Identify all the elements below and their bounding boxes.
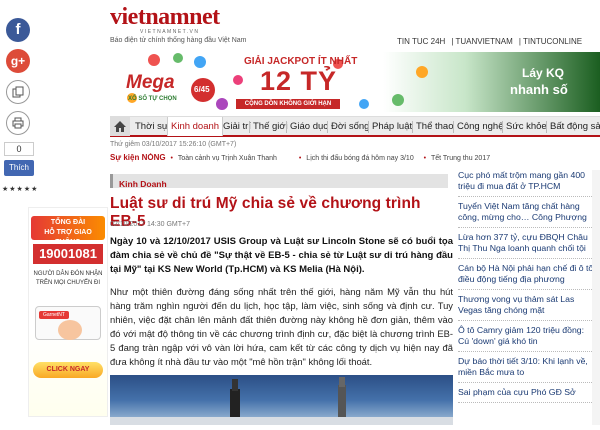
like-label: Thích [8,163,29,172]
top-link-tintuconline[interactable]: TINTUCONLINE [523,37,582,46]
hot-item[interactable]: Toàn cảnh vụ Trịnh Xuân Thanh [178,155,277,162]
banner-right-text1: Láy KQ [522,66,565,80]
copy-icon[interactable] [6,80,30,104]
hot-label: Sự kiện NÓNG [110,153,166,162]
nav-giai-tri[interactable]: Giải trí [223,117,251,136]
home-icon[interactable] [110,117,130,136]
list-scrollbar[interactable] [592,170,600,425]
ad-cta-button[interactable]: CLICK NGAY [33,362,103,378]
banner-right-text2: nhanh số [510,82,568,97]
facebook-icon[interactable]: f [6,18,30,42]
site-logo[interactable]: vietnamnet VIETNAMNET.VN [110,5,255,35]
nav-separator [502,121,503,133]
site-tagline: Báo điện tử chính thống hàng đầu Việt Na… [110,37,247,44]
banner-amount: 12 TỶ [260,66,338,96]
list-item[interactable]: Cục phó mất trộm mang gần 400 triệu đi m… [458,170,596,197]
nav-doi-song[interactable]: Đời sống [331,117,369,136]
nav-separator [327,121,328,133]
list-item[interactable]: Tuyển Việt Nam tăng chất hàng công, mừng… [458,197,596,228]
list-item[interactable]: Lừa hơn 377 tỷ, cựu ĐBQH Châu Thị Thu Ng… [458,228,596,259]
hot-bullet-icon: • [423,155,427,162]
left-ad[interactable]: TỔNG ĐÀI HỖ TRỢ GIAO THÔNG 19001081 NGƯỜ… [28,207,108,417]
like-button[interactable]: Thích [4,160,34,176]
hot-item[interactable]: Tết Trung thu 2017 [431,155,490,162]
nav-separator [286,121,287,133]
lottery-banner[interactable]: Mega 6/45 XỔ SỐ TỰ CHỌN GIẢI JACKPOT ÍT … [118,52,600,112]
ad-hotline: 19001081 [33,244,103,264]
list-item[interactable]: Thương vong vụ thảm sát Las Vegas tăng c… [458,290,596,321]
nav-the-gioi[interactable]: Thế giới [253,117,288,136]
nav-giao-duc[interactable]: Giáo dục [290,117,328,136]
ad-face [58,320,82,340]
nav-thoi-su[interactable]: Thời sự [135,117,168,136]
nav-separator [453,121,454,133]
list-item[interactable]: Ô tô Camry giảm 120 triệu đồng: Cú 'down… [458,321,596,352]
nav-kinh-doanh[interactable]: Kinh doanh [167,117,224,136]
article-lead: Ngày 10 và 12/10/2017 USIS Group và Luật… [110,236,453,275]
nav-separator [412,121,413,133]
list-item[interactable]: Cán bộ Hà Nội phải hạn chế đi ô tô, điều… [458,259,596,290]
top-link-tintuc24h[interactable]: TIN TUC 24H [397,37,445,46]
banner-brand-num: 6/45 [194,85,210,94]
nav-suc-khoe[interactable]: Sức khỏe [506,117,547,136]
social-share-bar: f g+ 0 Thích ★★★★★ [0,18,38,193]
article-category-bar: Kinh Doanh [110,174,448,189]
banner-brand-sub: XỔ SỐ TỰ CHỌN [128,96,177,102]
ad-phone-illustration: GarnetNT [35,306,101,340]
ad-line3: NGƯỜI DÂN ĐÓN NHẬN [33,271,103,277]
top-link-tuanvietnam[interactable]: TUANVIETNAM [455,37,512,46]
nav-separator [368,121,369,133]
top-links: TIN TUC 24H | TUANVIETNAM | TINTUCONLINE [397,37,583,46]
nav-bat-dong-san[interactable]: Bất động sản [550,117,600,136]
related-news-list: Cục phó mất trộm mang gần 400 triệu đi m… [458,170,596,403]
article-photo [110,375,453,425]
banner-brand: Mega [126,72,175,93]
nav-phap-luat[interactable]: Pháp luật [372,117,412,136]
main-nav: Thời sự Kinh doanh Giải trí Thế giới Giá… [110,116,600,137]
nav-separator [546,121,547,133]
ad-header: TỔNG ĐÀI HỖ TRỢ GIAO THÔNG [31,216,105,246]
article-category[interactable]: Kinh Doanh [113,179,167,189]
current-date: Thứ giêm 03/10/2017 15:26:10 (GMT+7) [110,141,237,148]
article-photo-graphic [110,377,453,425]
ad-line1: TỔNG ĐÀI [50,219,86,226]
hot-item[interactable]: Lịch thi đấu bóng đá hôm nay 3/10 [306,155,413,162]
nav-separator [249,121,250,133]
google-plus-icon[interactable]: g+ [6,49,30,73]
list-item[interactable]: Sai phạm của cựu Phó GĐ Sở [458,383,596,403]
print-icon[interactable] [6,111,30,135]
logo-text: vietnamnet [110,4,220,30]
rating-stars[interactable]: ★★★★★ [2,185,38,193]
hot-bullet-icon: • [298,155,302,162]
banner-subline: CỘNG DỒN KHÔNG GIỚI HẠN [236,99,340,109]
hot-bullet-icon: • [170,155,173,162]
article-date: 02/10/2017 14:30 GMT+7 [110,221,190,228]
ad-text: NGƯỜI DÂN ĐÓN NHẬN TRÊN MỌI CHUYẾN ĐI [29,270,107,288]
list-item[interactable]: Dự báo thời tiết 3/10: Khi lạnh về, miền… [458,352,596,383]
logo-sub: VIETNAMNET.VN [140,29,200,35]
article-body: Như một thiên đường đáng sống nhất trên … [110,286,453,367]
hot-events-bar: Sự kiện NÓNG • Toàn cảnh vụ Trịnh Xuân T… [110,153,600,167]
share-count: 0 [4,142,34,156]
ad-line4: TRÊN MỌI CHUYẾN ĐI [35,280,100,286]
nav-the-thao[interactable]: Thể thao [416,117,454,136]
nav-cong-nghe[interactable]: Công nghệ [457,117,503,136]
ad-brand: GarnetNT [39,311,69,319]
